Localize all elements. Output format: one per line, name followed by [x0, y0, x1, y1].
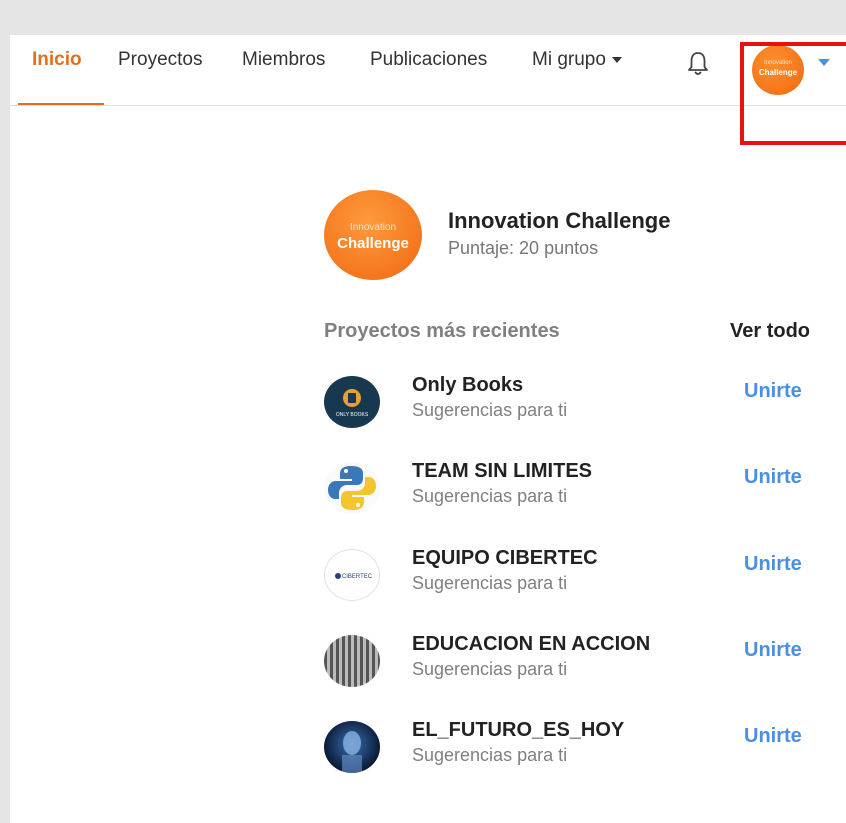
- highlight-box: [740, 42, 846, 145]
- join-button[interactable]: Unirte: [744, 553, 802, 576]
- project-subtitle: Sugerencias para ti: [412, 486, 568, 506]
- project-logo[interactable]: [324, 462, 380, 514]
- project-item-educacion-en-accion: EDUCACION EN ACCION Sugerencias para ti …: [324, 633, 824, 705]
- nav-mi-grupo[interactable]: Mi grupo: [532, 49, 622, 71]
- project-subtitle: Sugerencias para ti: [412, 659, 568, 679]
- project-item-el-futuro-es-hoy: EL_FUTURO_ES_HOY Sugerencias para ti Uni…: [324, 719, 824, 791]
- project-item-team-sin-limites: TEAM SIN LIMITES Sugerencias para ti Uni…: [324, 460, 824, 532]
- cibertec-logo-icon: CIBERTEC: [335, 573, 373, 580]
- profile-logo-line1: Innovation: [349, 222, 397, 233]
- top-nav: Inicio Proyectos Miembros Publicaciones …: [10, 35, 846, 106]
- project-name[interactable]: TEAM SIN LIMITES: [412, 460, 592, 483]
- project-subtitle: Sugerencias para ti: [412, 573, 568, 593]
- recent-projects-title: Proyectos más recientes: [324, 320, 560, 342]
- project-item-equipo-cibertec: CIBERTEC EQUIPO CIBERTEC Sugerencias par…: [324, 547, 824, 619]
- join-button[interactable]: Unirte: [744, 639, 802, 662]
- python-logo-icon: [328, 466, 376, 510]
- face-portrait-icon: [342, 731, 362, 773]
- nav-inicio[interactable]: Inicio: [32, 49, 82, 71]
- project-logo[interactable]: [324, 635, 380, 687]
- logo-text: ONLY BOOKS: [336, 412, 369, 418]
- profile-avatar: Innovation Challenge: [324, 190, 422, 280]
- project-name[interactable]: Only Books: [412, 374, 523, 397]
- join-button[interactable]: Unirte: [744, 466, 802, 489]
- nav-proyectos[interactable]: Proyectos: [118, 49, 202, 71]
- nav-mi-grupo-label: Mi grupo: [532, 49, 606, 70]
- join-button[interactable]: Unirte: [744, 380, 802, 403]
- profile-logo-line2: Challenge: [337, 235, 409, 252]
- project-subtitle: Sugerencias para ti: [412, 745, 568, 765]
- book-logo-icon: ONLY BOOKS: [336, 389, 369, 418]
- chevron-down-icon: [611, 56, 622, 63]
- main-panel: Inicio Proyectos Miembros Publicaciones …: [10, 35, 846, 823]
- project-item-only-books: ONLY BOOKS Only Books Sugerencias para t…: [324, 374, 824, 446]
- nav-miembros[interactable]: Miembros: [242, 49, 325, 71]
- logo-text: CIBERTEC: [342, 574, 373, 580]
- project-logo[interactable]: CIBERTEC: [324, 549, 380, 601]
- profile-name: Innovation Challenge: [448, 208, 671, 233]
- join-button[interactable]: Unirte: [744, 725, 802, 748]
- project-logo[interactable]: ONLY BOOKS: [324, 376, 380, 428]
- project-subtitle: Sugerencias para ti: [412, 400, 568, 420]
- bell-icon[interactable]: [686, 50, 710, 78]
- profile-score: Puntaje: 20 puntos: [448, 238, 599, 258]
- project-logo[interactable]: [324, 721, 380, 773]
- active-tab-indicator: [18, 103, 104, 105]
- nav-publicaciones[interactable]: Publicaciones: [370, 49, 487, 71]
- project-name[interactable]: EQUIPO CIBERTEC: [412, 547, 598, 570]
- project-name[interactable]: EDUCACION EN ACCION: [412, 633, 650, 656]
- see-all-link[interactable]: Ver todo: [730, 320, 810, 343]
- project-name[interactable]: EL_FUTURO_ES_HOY: [412, 719, 624, 742]
